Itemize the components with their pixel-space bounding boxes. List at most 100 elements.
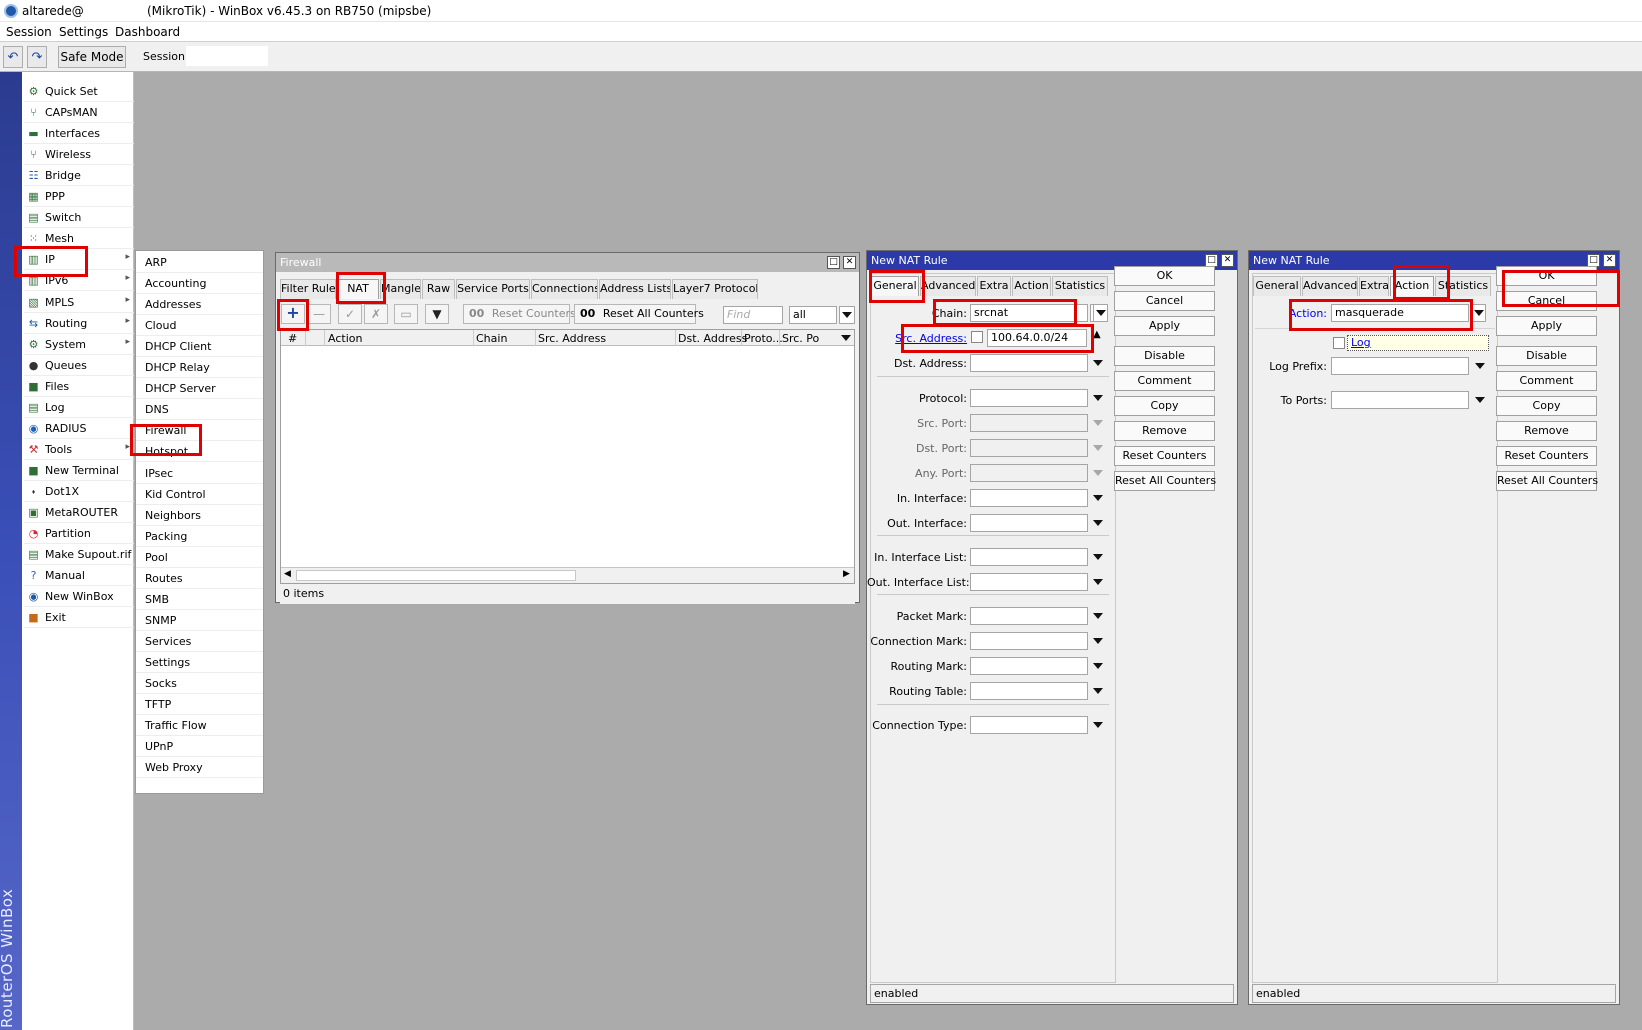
chain-dropdown[interactable] xyxy=(1093,304,1108,322)
action-select[interactable]: masquerade xyxy=(1331,304,1469,322)
sidebar-item-mesh[interactable]: ⁙ Mesh xyxy=(24,228,134,250)
tab-action[interactable]: Action xyxy=(1390,276,1434,296)
chevron-down-icon[interactable] xyxy=(1093,579,1103,585)
sidebar-item-new-terminal[interactable]: ■ New Terminal xyxy=(24,460,134,481)
ip-submenu-traffic-flow[interactable]: Traffic Flow xyxy=(136,715,263,737)
sidebar-item-ppp[interactable]: ▦ PPP xyxy=(24,186,134,208)
close-icon[interactable]: ✕ xyxy=(843,256,856,269)
nat-action-remove-button[interactable]: Remove xyxy=(1496,421,1597,441)
dst-port-input[interactable] xyxy=(970,439,1088,457)
ip-submenu-neighbors[interactable]: Neighbors xyxy=(136,505,263,526)
in-interface-list-input[interactable] xyxy=(970,548,1088,566)
disable-rule-button[interactable]: ✗ xyxy=(364,304,388,324)
any-port-input[interactable] xyxy=(970,464,1088,482)
chevron-down-icon[interactable] xyxy=(1093,663,1103,669)
chevron-down-icon[interactable] xyxy=(1093,638,1103,644)
remove-rule-button[interactable]: — xyxy=(307,304,331,324)
ip-submenu-addresses[interactable]: Addresses xyxy=(136,294,263,316)
menu-settings[interactable]: Settings xyxy=(59,25,108,39)
enable-rule-button[interactable]: ✓ xyxy=(338,304,362,324)
ip-submenu-cloud[interactable]: Cloud xyxy=(136,315,263,337)
src-address-label[interactable]: Src. Address: xyxy=(867,332,967,345)
sidebar-item-exit[interactable]: ■ Exit xyxy=(24,607,134,629)
ip-submenu-packing[interactable]: Packing xyxy=(136,526,263,547)
chevron-down-icon[interactable] xyxy=(1093,360,1103,366)
chevron-down-icon[interactable] xyxy=(1093,420,1103,426)
ip-submenu-socks[interactable]: Socks xyxy=(136,673,263,694)
dst-address-input[interactable] xyxy=(970,354,1088,372)
filter-dropdown-button[interactable] xyxy=(839,306,855,324)
col-src-port[interactable]: Src. Po xyxy=(782,332,819,345)
nat-general-disable-button[interactable]: Disable xyxy=(1114,346,1215,366)
tab-service-ports[interactable]: Service Ports xyxy=(456,279,530,299)
tab-action[interactable]: Action xyxy=(1012,276,1051,296)
tab-statistics[interactable]: Statistics xyxy=(1435,276,1491,296)
nat-action-cancel-button[interactable]: Cancel xyxy=(1496,291,1597,311)
sidebar-item-bridge[interactable]: ☷ Bridge xyxy=(24,165,134,187)
tab-filter-rules[interactable]: Filter Rules xyxy=(280,279,336,299)
firewall-title-bar[interactable]: Firewall □ ✕ xyxy=(276,253,859,272)
tab-raw[interactable]: Raw xyxy=(422,279,455,299)
col-src-address[interactable]: Src. Address xyxy=(538,332,606,345)
filter-button[interactable]: ▼ xyxy=(425,304,449,324)
menu-dashboard[interactable]: Dashboard xyxy=(115,25,180,39)
nat-general-apply-button[interactable]: Apply xyxy=(1114,316,1215,336)
nat-general-remove-button[interactable]: Remove xyxy=(1114,421,1215,441)
sidebar-item-mpls[interactable]: ▧ MPLS ▸ xyxy=(24,292,134,313)
sidebar-item-metarouter[interactable]: ▣ MetaROUTER xyxy=(24,502,134,523)
src-address-negate-checkbox[interactable] xyxy=(971,331,983,343)
chevron-down-icon[interactable] xyxy=(1093,445,1103,451)
undo-button[interactable]: ↶ xyxy=(3,46,23,68)
chevron-down-icon[interactable] xyxy=(1093,688,1103,694)
ip-submenu-tftp[interactable]: TFTP xyxy=(136,694,263,716)
tab-connections[interactable]: Connections xyxy=(531,279,598,299)
sidebar-item-queues[interactable]: ● Queues xyxy=(24,355,134,376)
chevron-down-icon[interactable] xyxy=(1093,520,1103,526)
sidebar-item-manual[interactable]: ? Manual xyxy=(24,565,134,587)
connection-mark-input[interactable] xyxy=(970,632,1088,650)
tab-advanced[interactable]: Advanced xyxy=(1302,276,1358,296)
nat-action-disable-button[interactable]: Disable xyxy=(1496,346,1597,366)
nat-action-ok-button[interactable]: OK xyxy=(1496,266,1597,286)
ip-submenu-dhcp-relay[interactable]: DHCP Relay xyxy=(136,357,263,379)
tab-general[interactable]: General xyxy=(871,276,919,296)
tab-statistics[interactable]: Statistics xyxy=(1052,276,1108,296)
nat-action-apply-button[interactable]: Apply xyxy=(1496,316,1597,336)
sidebar-item-radius[interactable]: ◉ RADIUS xyxy=(24,418,134,439)
connection-type-input[interactable] xyxy=(970,716,1088,734)
ip-submenu-arp[interactable]: ARP xyxy=(136,252,263,273)
collapse-up-icon[interactable]: ▲ xyxy=(1093,329,1101,340)
chevron-down-icon[interactable] xyxy=(1093,613,1103,619)
add-rule-button[interactable]: + xyxy=(281,304,305,324)
ip-submenu-snmp[interactable]: SNMP xyxy=(136,610,263,631)
nat-action-copy-button[interactable]: Copy xyxy=(1496,396,1597,416)
sidebar-item-dot1x[interactable]: ⬪ Dot1X xyxy=(24,481,134,502)
tab-extra[interactable]: Extra xyxy=(977,276,1011,296)
chain-input[interactable]: srcnat xyxy=(970,304,1088,322)
out-interface-list-input[interactable] xyxy=(970,573,1088,591)
ip-submenu-dhcp-server[interactable]: DHCP Server xyxy=(136,378,263,400)
safe-mode-button[interactable]: Safe Mode xyxy=(58,46,126,68)
tab-extra[interactable]: Extra xyxy=(1359,276,1389,296)
ip-submenu-kid-control[interactable]: Kid Control xyxy=(136,484,263,505)
redo-button[interactable]: ↷ xyxy=(27,46,47,68)
chevron-down-icon[interactable] xyxy=(1093,470,1103,476)
find-input[interactable]: Find xyxy=(723,306,783,324)
close-icon[interactable]: ✕ xyxy=(1221,254,1234,267)
log-checkbox[interactable] xyxy=(1333,337,1345,349)
tab-general[interactable]: General xyxy=(1253,276,1301,296)
maximize-icon[interactable]: □ xyxy=(827,256,840,269)
sidebar-item-quick-set[interactable]: ⚙ Quick Set xyxy=(24,81,134,102)
nat-general-reset-all-counters-button[interactable]: Reset All Counters xyxy=(1114,471,1216,491)
col-dst-address[interactable]: Dst. Address xyxy=(678,332,747,345)
to-ports-input[interactable] xyxy=(1331,391,1469,409)
col-action[interactable]: Action xyxy=(328,332,362,345)
chevron-down-icon[interactable] xyxy=(1475,363,1485,369)
comment-rule-button[interactable]: ▭ xyxy=(394,304,418,324)
src-address-input[interactable]: 100.64.0.0/24 xyxy=(987,329,1087,347)
nat-general-comment-button[interactable]: Comment xyxy=(1114,371,1215,391)
ip-submenu-web-proxy[interactable]: Web Proxy xyxy=(136,757,263,779)
tab-address-lists[interactable]: Address Lists xyxy=(599,279,671,299)
sidebar-item-interfaces[interactable]: ▬ Interfaces xyxy=(24,123,134,145)
ip-submenu-dns[interactable]: DNS xyxy=(136,399,263,421)
